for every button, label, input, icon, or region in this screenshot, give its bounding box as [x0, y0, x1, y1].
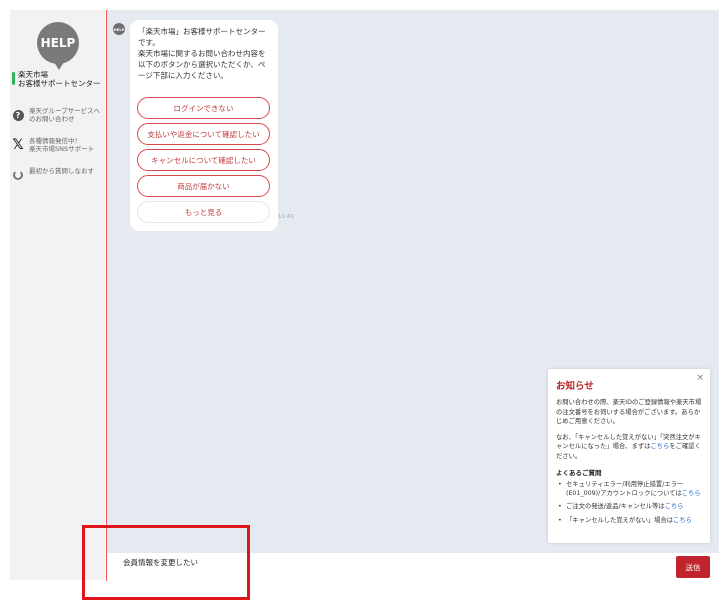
faq-text: ご注文の発送/返品/キャンセル等は	[566, 503, 665, 510]
faq-text: セキュリティエラー/利用停止措置/エラー(E01_009)/アカウントロックにつ…	[566, 481, 684, 497]
bot-avatar-text: HELP	[113, 26, 125, 32]
notice-cancel-link[interactable]: こちら	[650, 443, 669, 450]
notice-paragraph-2: なお、「キャンセルした覚えがない」「突然注文がキャンセルになった」場合、まずはこ…	[556, 433, 702, 462]
option-not-delivered-button[interactable]: 商品が届かない	[137, 175, 270, 197]
sidebar: HELP 楽天市場 お客様サポートセンター ? 楽天グループサービスへ のお問い…	[10, 10, 105, 580]
sidebar-item-rakuten-group[interactable]: ? 楽天グループサービスへ のお問い合わせ	[12, 107, 104, 131]
sidebar-item-label: 楽天市場SNSサポート	[29, 145, 95, 153]
x-logo-icon: 𝕏	[12, 137, 24, 153]
highlight-annotation-box	[82, 525, 250, 600]
online-status-indicator	[12, 72, 15, 85]
bot-message-bubble: 「楽天市場」お客様サポートセンター です。 楽天市場に関するお問い合わせ内容を …	[130, 20, 278, 231]
restart-icon	[13, 170, 23, 180]
option-cancel-button[interactable]: キャンセルについて確認したい	[137, 149, 270, 171]
site-name-line2: お客様サポートセンター	[18, 79, 101, 88]
faq-link[interactable]: こちら	[673, 517, 692, 524]
bot-avatar-icon: HELP	[113, 23, 125, 35]
option-login-button[interactable]: ログインできない	[137, 97, 270, 119]
send-button[interactable]: 送信	[676, 556, 710, 578]
site-name: 楽天市場 お客様サポートセンター	[12, 70, 104, 90]
help-avatar-icon: HELP	[37, 22, 79, 70]
sidebar-item-label: 楽天グループサービスへ	[29, 107, 101, 115]
faq-item: ご注文の発送/返品/キャンセル等はこちら	[558, 503, 702, 512]
sidebar-item-sns-support[interactable]: 𝕏 各種情報発信中！ 楽天市場SNSサポート	[12, 137, 104, 161]
app-root: HELP 楽天市場 お客様サポートセンター ? 楽天グループサービスへ のお問い…	[0, 0, 726, 602]
sidebar-item-label: 各種情報発信中！	[29, 137, 81, 145]
faq-title: よくあるご質問	[556, 469, 602, 477]
sidebar-item-label: のお問い合わせ	[29, 115, 75, 123]
faq-link[interactable]: こちら	[665, 503, 684, 510]
question-icon: ?	[12, 109, 24, 121]
option-payment-refund-button[interactable]: 支払いや返金について確認したい	[137, 123, 270, 145]
sidebar-item-label: 最初から質問しなおす	[29, 167, 94, 175]
faq-item: 「キャンセルした覚えがない」場合はこちら	[558, 516, 702, 526]
sidebar-item-restart[interactable]: 最初から質問しなおす	[12, 167, 104, 191]
help-avatar-text: HELP	[40, 36, 76, 50]
notice-paragraph-1: お問い合わせの際、楽天IDのご登録情報や楽天市場の注文番号をお伺いする場合がござ…	[556, 399, 702, 425]
faq-list: セキュリティエラー/利用停止措置/エラー(E01_009)/アカウントロックにつ…	[556, 481, 702, 525]
message-timestamp: 11:41	[278, 214, 294, 220]
faq-item: セキュリティエラー/利用停止措置/エラー(E01_009)/アカウントロックにつ…	[558, 481, 702, 498]
notice-title: お知らせ	[556, 381, 594, 392]
site-name-line1: 楽天市場	[18, 70, 48, 79]
bot-message-text: 「楽天市場」お客様サポートセンター です。 楽天市場に関するお問い合わせ内容を …	[138, 27, 266, 80]
close-icon[interactable]: ×	[696, 373, 704, 383]
faq-text: 「キャンセルした覚えがない」場合は	[566, 516, 674, 524]
show-more-button[interactable]: もっと見る	[137, 201, 270, 223]
notice-panel: × お知らせ お問い合わせの際、楽天IDのご登録情報や楽天市場の注文番号をお伺い…	[548, 369, 710, 543]
faq-link[interactable]: こちら	[682, 490, 701, 497]
